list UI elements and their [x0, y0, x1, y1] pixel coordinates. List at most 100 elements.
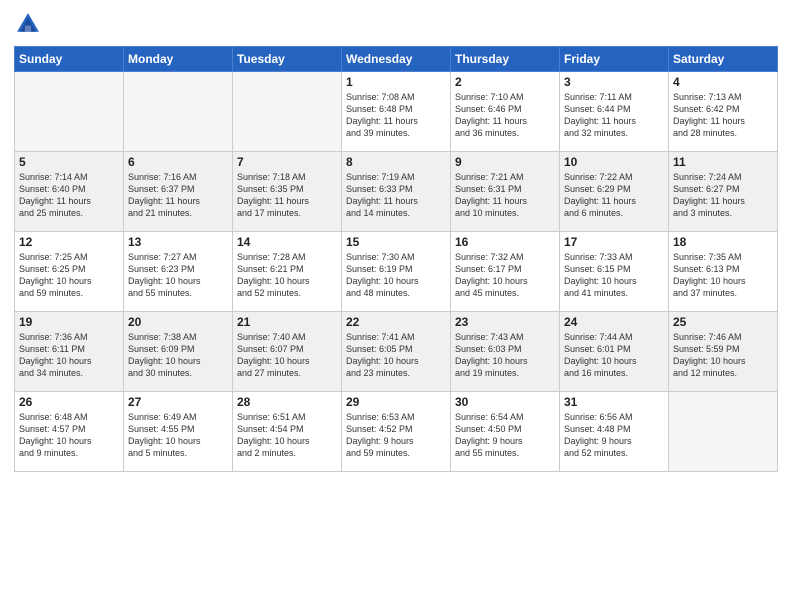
- day-info: Sunrise: 7:19 AM Sunset: 6:33 PM Dayligh…: [346, 171, 446, 220]
- calendar-header-tuesday: Tuesday: [233, 47, 342, 72]
- day-info: Sunrise: 7:24 AM Sunset: 6:27 PM Dayligh…: [673, 171, 773, 220]
- day-number: 12: [19, 235, 119, 249]
- calendar-week-row: 26 Sunrise: 6:48 AM Sunset: 4:57 PM Dayli…: [15, 392, 778, 472]
- day-number: 27: [128, 395, 228, 409]
- day-number: 19: [19, 315, 119, 329]
- calendar-header-monday: Monday: [124, 47, 233, 72]
- calendar-cell: [233, 72, 342, 152]
- day-number: 1: [346, 75, 446, 89]
- calendar-header-thursday: Thursday: [451, 47, 560, 72]
- day-number: 25: [673, 315, 773, 329]
- day-info: Sunrise: 7:11 AM Sunset: 6:44 PM Dayligh…: [564, 91, 664, 140]
- calendar-cell: 24 Sunrise: 7:44 AM Sunset: 6:01 PM Dayli…: [560, 312, 669, 392]
- calendar-cell: 2 Sunrise: 7:10 AM Sunset: 6:46 PM Daylig…: [451, 72, 560, 152]
- calendar-cell: [669, 392, 778, 472]
- day-number: 14: [237, 235, 337, 249]
- calendar-cell: 20Sunrise: 7:38 AM Sunset: 6:09 PM Dayli…: [124, 312, 233, 392]
- day-number: 24: [564, 315, 664, 329]
- day-number: 9: [455, 155, 555, 169]
- day-number: 15: [346, 235, 446, 249]
- calendar-week-row: 5Sunrise: 7:14 AM Sunset: 6:40 PM Daylig…: [15, 152, 778, 232]
- calendar-cell: 5Sunrise: 7:14 AM Sunset: 6:40 PM Daylig…: [15, 152, 124, 232]
- calendar-cell: 31 Sunrise: 6:56 AM Sunset: 4:48 PM Dayli…: [560, 392, 669, 472]
- day-number: 11: [673, 155, 773, 169]
- calendar-cell: 28Sunrise: 6:51 AM Sunset: 4:54 PM Dayli…: [233, 392, 342, 472]
- calendar-cell: 9 Sunrise: 7:21 AM Sunset: 6:31 PM Daylig…: [451, 152, 560, 232]
- day-number: 26: [19, 395, 119, 409]
- day-info: Sunrise: 7:27 AM Sunset: 6:23 PM Dayligh…: [128, 251, 228, 300]
- day-info: Sunrise: 7:10 AM Sunset: 6:46 PM Dayligh…: [455, 91, 555, 140]
- day-info: Sunrise: 7:46 AM Sunset: 5:59 PM Dayligh…: [673, 331, 773, 380]
- calendar-cell: [124, 72, 233, 152]
- day-number: 10: [564, 155, 664, 169]
- day-info: Sunrise: 7:25 AM Sunset: 6:25 PM Dayligh…: [19, 251, 119, 300]
- calendar-header-wednesday: Wednesday: [342, 47, 451, 72]
- calendar-header-saturday: Saturday: [669, 47, 778, 72]
- logo-icon: [14, 10, 42, 38]
- day-info: Sunrise: 7:13 AM Sunset: 6:42 PM Dayligh…: [673, 91, 773, 140]
- calendar-week-row: 19Sunrise: 7:36 AM Sunset: 6:11 PM Dayli…: [15, 312, 778, 392]
- day-info: Sunrise: 6:48 AM Sunset: 4:57 PM Dayligh…: [19, 411, 119, 460]
- day-info: Sunrise: 7:40 AM Sunset: 6:07 PM Dayligh…: [237, 331, 337, 380]
- day-number: 17: [564, 235, 664, 249]
- calendar-cell: 26 Sunrise: 6:48 AM Sunset: 4:57 PM Dayli…: [15, 392, 124, 472]
- calendar-cell: 16Sunrise: 7:32 AM Sunset: 6:17 PM Dayli…: [451, 232, 560, 312]
- calendar-cell: 12 Sunrise: 7:25 AM Sunset: 6:25 PM Dayli…: [15, 232, 124, 312]
- calendar-cell: 23Sunrise: 7:43 AM Sunset: 6:03 PM Dayli…: [451, 312, 560, 392]
- calendar-cell: 30Sunrise: 6:54 AM Sunset: 4:50 PM Dayli…: [451, 392, 560, 472]
- day-info: Sunrise: 7:28 AM Sunset: 6:21 PM Dayligh…: [237, 251, 337, 300]
- calendar-cell: 21 Sunrise: 7:40 AM Sunset: 6:07 PM Dayli…: [233, 312, 342, 392]
- day-number: 30: [455, 395, 555, 409]
- calendar-cell: 8Sunrise: 7:19 AM Sunset: 6:33 PM Daylig…: [342, 152, 451, 232]
- day-number: 21: [237, 315, 337, 329]
- day-number: 4: [673, 75, 773, 89]
- calendar-header-row: SundayMondayTuesdayWednesdayThursdayFrid…: [15, 47, 778, 72]
- calendar-cell: 22Sunrise: 7:41 AM Sunset: 6:05 PM Dayli…: [342, 312, 451, 392]
- calendar-header-sunday: Sunday: [15, 47, 124, 72]
- calendar-cell: 1 Sunrise: 7:08 AM Sunset: 6:48 PM Daylig…: [342, 72, 451, 152]
- day-info: Sunrise: 7:41 AM Sunset: 6:05 PM Dayligh…: [346, 331, 446, 380]
- day-number: 20: [128, 315, 228, 329]
- day-info: Sunrise: 7:32 AM Sunset: 6:17 PM Dayligh…: [455, 251, 555, 300]
- header: [14, 10, 778, 38]
- day-info: Sunrise: 6:56 AM Sunset: 4:48 PM Dayligh…: [564, 411, 664, 460]
- day-number: 2: [455, 75, 555, 89]
- calendar-cell: 15Sunrise: 7:30 AM Sunset: 6:19 PM Dayli…: [342, 232, 451, 312]
- calendar-cell: 25 Sunrise: 7:46 AM Sunset: 5:59 PM Dayli…: [669, 312, 778, 392]
- day-info: Sunrise: 7:08 AM Sunset: 6:48 PM Dayligh…: [346, 91, 446, 140]
- calendar-cell: 17 Sunrise: 7:33 AM Sunset: 6:15 PM Dayli…: [560, 232, 669, 312]
- calendar-cell: 7Sunrise: 7:18 AM Sunset: 6:35 PM Daylig…: [233, 152, 342, 232]
- calendar-cell: 4 Sunrise: 7:13 AM Sunset: 6:42 PM Daylig…: [669, 72, 778, 152]
- day-info: Sunrise: 7:22 AM Sunset: 6:29 PM Dayligh…: [564, 171, 664, 220]
- page: SundayMondayTuesdayWednesdayThursdayFrid…: [0, 0, 792, 612]
- day-number: 3: [564, 75, 664, 89]
- day-info: Sunrise: 7:35 AM Sunset: 6:13 PM Dayligh…: [673, 251, 773, 300]
- day-number: 31: [564, 395, 664, 409]
- calendar-cell: 6 Sunrise: 7:16 AM Sunset: 6:37 PM Daylig…: [124, 152, 233, 232]
- day-info: Sunrise: 7:21 AM Sunset: 6:31 PM Dayligh…: [455, 171, 555, 220]
- day-number: 23: [455, 315, 555, 329]
- calendar-header-friday: Friday: [560, 47, 669, 72]
- calendar-cell: 18Sunrise: 7:35 AM Sunset: 6:13 PM Dayli…: [669, 232, 778, 312]
- day-info: Sunrise: 7:33 AM Sunset: 6:15 PM Dayligh…: [564, 251, 664, 300]
- calendar-week-row: 1 Sunrise: 7:08 AM Sunset: 6:48 PM Daylig…: [15, 72, 778, 152]
- day-info: Sunrise: 6:49 AM Sunset: 4:55 PM Dayligh…: [128, 411, 228, 460]
- calendar-cell: 29 Sunrise: 6:53 AM Sunset: 4:52 PM Dayli…: [342, 392, 451, 472]
- day-number: 7: [237, 155, 337, 169]
- calendar-cell: 19Sunrise: 7:36 AM Sunset: 6:11 PM Dayli…: [15, 312, 124, 392]
- day-info: Sunrise: 7:16 AM Sunset: 6:37 PM Dayligh…: [128, 171, 228, 220]
- day-number: 6: [128, 155, 228, 169]
- day-info: Sunrise: 6:53 AM Sunset: 4:52 PM Dayligh…: [346, 411, 446, 460]
- day-info: Sunrise: 6:51 AM Sunset: 4:54 PM Dayligh…: [237, 411, 337, 460]
- day-info: Sunrise: 7:14 AM Sunset: 6:40 PM Dayligh…: [19, 171, 119, 220]
- calendar-week-row: 12 Sunrise: 7:25 AM Sunset: 6:25 PM Dayli…: [15, 232, 778, 312]
- day-number: 29: [346, 395, 446, 409]
- day-number: 13: [128, 235, 228, 249]
- calendar-cell: 27 Sunrise: 6:49 AM Sunset: 4:55 PM Dayli…: [124, 392, 233, 472]
- calendar-cell: 10 Sunrise: 7:22 AM Sunset: 6:29 PM Dayli…: [560, 152, 669, 232]
- logo: [14, 10, 46, 38]
- calendar-cell: 14 Sunrise: 7:28 AM Sunset: 6:21 PM Dayli…: [233, 232, 342, 312]
- calendar-cell: 13 Sunrise: 7:27 AM Sunset: 6:23 PM Dayli…: [124, 232, 233, 312]
- calendar-cell: 11 Sunrise: 7:24 AM Sunset: 6:27 PM Dayli…: [669, 152, 778, 232]
- day-info: Sunrise: 7:44 AM Sunset: 6:01 PM Dayligh…: [564, 331, 664, 380]
